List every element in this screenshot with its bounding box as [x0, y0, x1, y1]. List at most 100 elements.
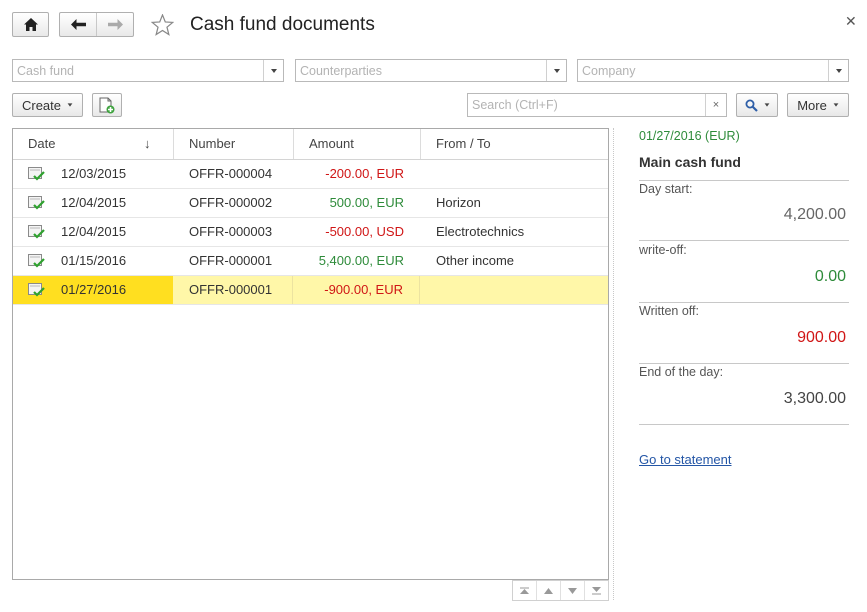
go-to-statement-link[interactable]: Go to statement [639, 452, 732, 467]
number-cell: OFFR-000002 [189, 195, 273, 210]
table-row[interactable]: 01/27/2016 OFFR-000001 -900.00, EUR [13, 276, 608, 305]
from-to-cell: Horizon [436, 195, 481, 210]
column-header-from-to[interactable]: From / To [420, 129, 608, 159]
document-posted-icon [28, 167, 45, 181]
counterparties-dropdown-button[interactable] [546, 60, 566, 81]
copy-button[interactable] [92, 93, 122, 117]
end-of-day-value: 3,300.00 [783, 390, 846, 407]
pager-up-button[interactable] [536, 581, 560, 600]
column-header-date-label: Date [28, 136, 56, 151]
document-posted-icon [28, 283, 45, 297]
page-title: Cash fund documents [190, 14, 375, 35]
table-row[interactable]: 12/04/2015 OFFR-000003 -500.00, USD Electro… [13, 218, 608, 247]
documents-table[interactable]: Date ↓ Number Amount From / To 12/03/201… [12, 128, 609, 580]
search-button[interactable] [736, 93, 778, 117]
back-arrow-icon [70, 19, 86, 30]
number-cell: OFFR-000001 [173, 276, 293, 304]
pager-last-button[interactable] [584, 581, 608, 600]
home-icon [23, 18, 38, 31]
search-placeholder: Search (Ctrl+F) [472, 98, 558, 112]
pager-up-icon [544, 587, 553, 594]
writeoff-label: write-off: [639, 243, 687, 257]
panel-title: Main cash fund [639, 154, 741, 170]
from-to-cell: Other income [436, 253, 515, 268]
date-cell: 12/04/2015 [13, 189, 173, 217]
date-cell: 12/04/2015 [13, 218, 173, 246]
divider [639, 302, 849, 303]
divider [639, 180, 849, 181]
day-start-label: Day start: [639, 182, 693, 196]
written-off-label: Written off: [639, 304, 699, 318]
star-icon[interactable] [151, 14, 174, 36]
chevron-down-icon [553, 68, 560, 73]
amount-cell: -200.00, EUR [325, 166, 404, 181]
history-nav [59, 12, 134, 37]
day-start-value: 4,200.00 [783, 206, 846, 223]
date-text: 12/03/2015 [61, 166, 127, 181]
panel-date: 01/27/2016 (EUR) [639, 129, 740, 143]
writeoff-value: 0.00 [814, 268, 846, 285]
chevron-down-icon [833, 103, 839, 107]
column-header-amount[interactable]: Amount [293, 129, 420, 159]
pager-last-icon [592, 586, 601, 594]
table-row[interactable]: 12/04/2015 OFFR-000002 500.00, EUR Horizon [13, 189, 608, 218]
column-header-number[interactable]: Number [173, 129, 293, 159]
forward-button[interactable] [96, 13, 133, 36]
from-to-cell: Electrotechnics [436, 224, 525, 239]
company-dropdown-button[interactable] [828, 60, 848, 81]
amount-cell: -900.00, EUR [293, 276, 420, 304]
table-row[interactable]: 12/03/2015 OFFR-000004 -200.00, EUR [13, 160, 608, 189]
column-header-date[interactable]: Date ↓ [13, 129, 173, 159]
date-cell: 01/15/2016 [13, 247, 173, 275]
more-button[interactable]: More [787, 93, 849, 117]
document-posted-icon [28, 196, 45, 210]
magnifier-icon [745, 99, 758, 112]
pager-down-button[interactable] [560, 581, 584, 600]
number-cell: OFFR-000001 [189, 253, 273, 268]
date-text: 01/27/2016 [61, 282, 127, 297]
from-to-cell [420, 276, 608, 304]
chevron-down-icon [270, 68, 277, 73]
cash-fund-placeholder: Cash fund [17, 64, 74, 78]
date-text: 12/04/2015 [61, 224, 127, 239]
table-header: Date ↓ Number Amount From / To [13, 129, 608, 160]
pager-first-button[interactable] [513, 581, 536, 600]
amount-cell: 5,400.00, EUR [318, 253, 404, 268]
company-placeholder: Company [582, 64, 636, 78]
date-text: 12/04/2015 [61, 195, 127, 210]
written-off-value: 900.00 [797, 329, 846, 346]
search-input[interactable]: Search (Ctrl+F) × [467, 93, 727, 117]
cash-fund-field[interactable]: Cash fund [12, 59, 284, 82]
more-button-label: More [797, 97, 827, 113]
close-icon[interactable]: ✕ [845, 13, 857, 30]
company-field[interactable]: Company [577, 59, 849, 82]
from-to-cell [420, 160, 608, 188]
chevron-down-icon [835, 68, 842, 73]
cash-fund-dropdown-button[interactable] [263, 60, 283, 81]
chevron-down-icon [67, 103, 73, 107]
table-row[interactable]: 01/15/2016 OFFR-000001 5,400.00, EUR Other … [13, 247, 608, 276]
document-posted-icon [28, 254, 45, 268]
number-cell: OFFR-000004 [189, 166, 273, 181]
divider [639, 240, 849, 241]
date-cell: 01/27/2016 [13, 276, 173, 304]
back-button[interactable] [60, 13, 96, 36]
panel-splitter[interactable] [613, 128, 614, 600]
home-button[interactable] [12, 12, 49, 37]
forward-arrow-icon [107, 19, 123, 30]
add-from-copy-icon [99, 97, 115, 113]
chevron-down-icon [764, 103, 769, 107]
create-button[interactable]: Create [12, 93, 83, 117]
amount-cell: -500.00, USD [325, 224, 404, 239]
end-of-day-label: End of the day: [639, 365, 724, 379]
pager-down-icon [568, 587, 577, 594]
document-posted-icon [28, 225, 45, 239]
pager-first-icon [520, 587, 529, 594]
divider [639, 424, 849, 425]
clear-search-button[interactable]: × [705, 94, 726, 116]
amount-cell: 500.00, EUR [329, 195, 404, 210]
table-pager [512, 580, 609, 601]
counterparties-field[interactable]: Counterparties [295, 59, 567, 82]
counterparties-placeholder: Counterparties [300, 64, 382, 78]
create-button-label: Create [21, 97, 62, 113]
